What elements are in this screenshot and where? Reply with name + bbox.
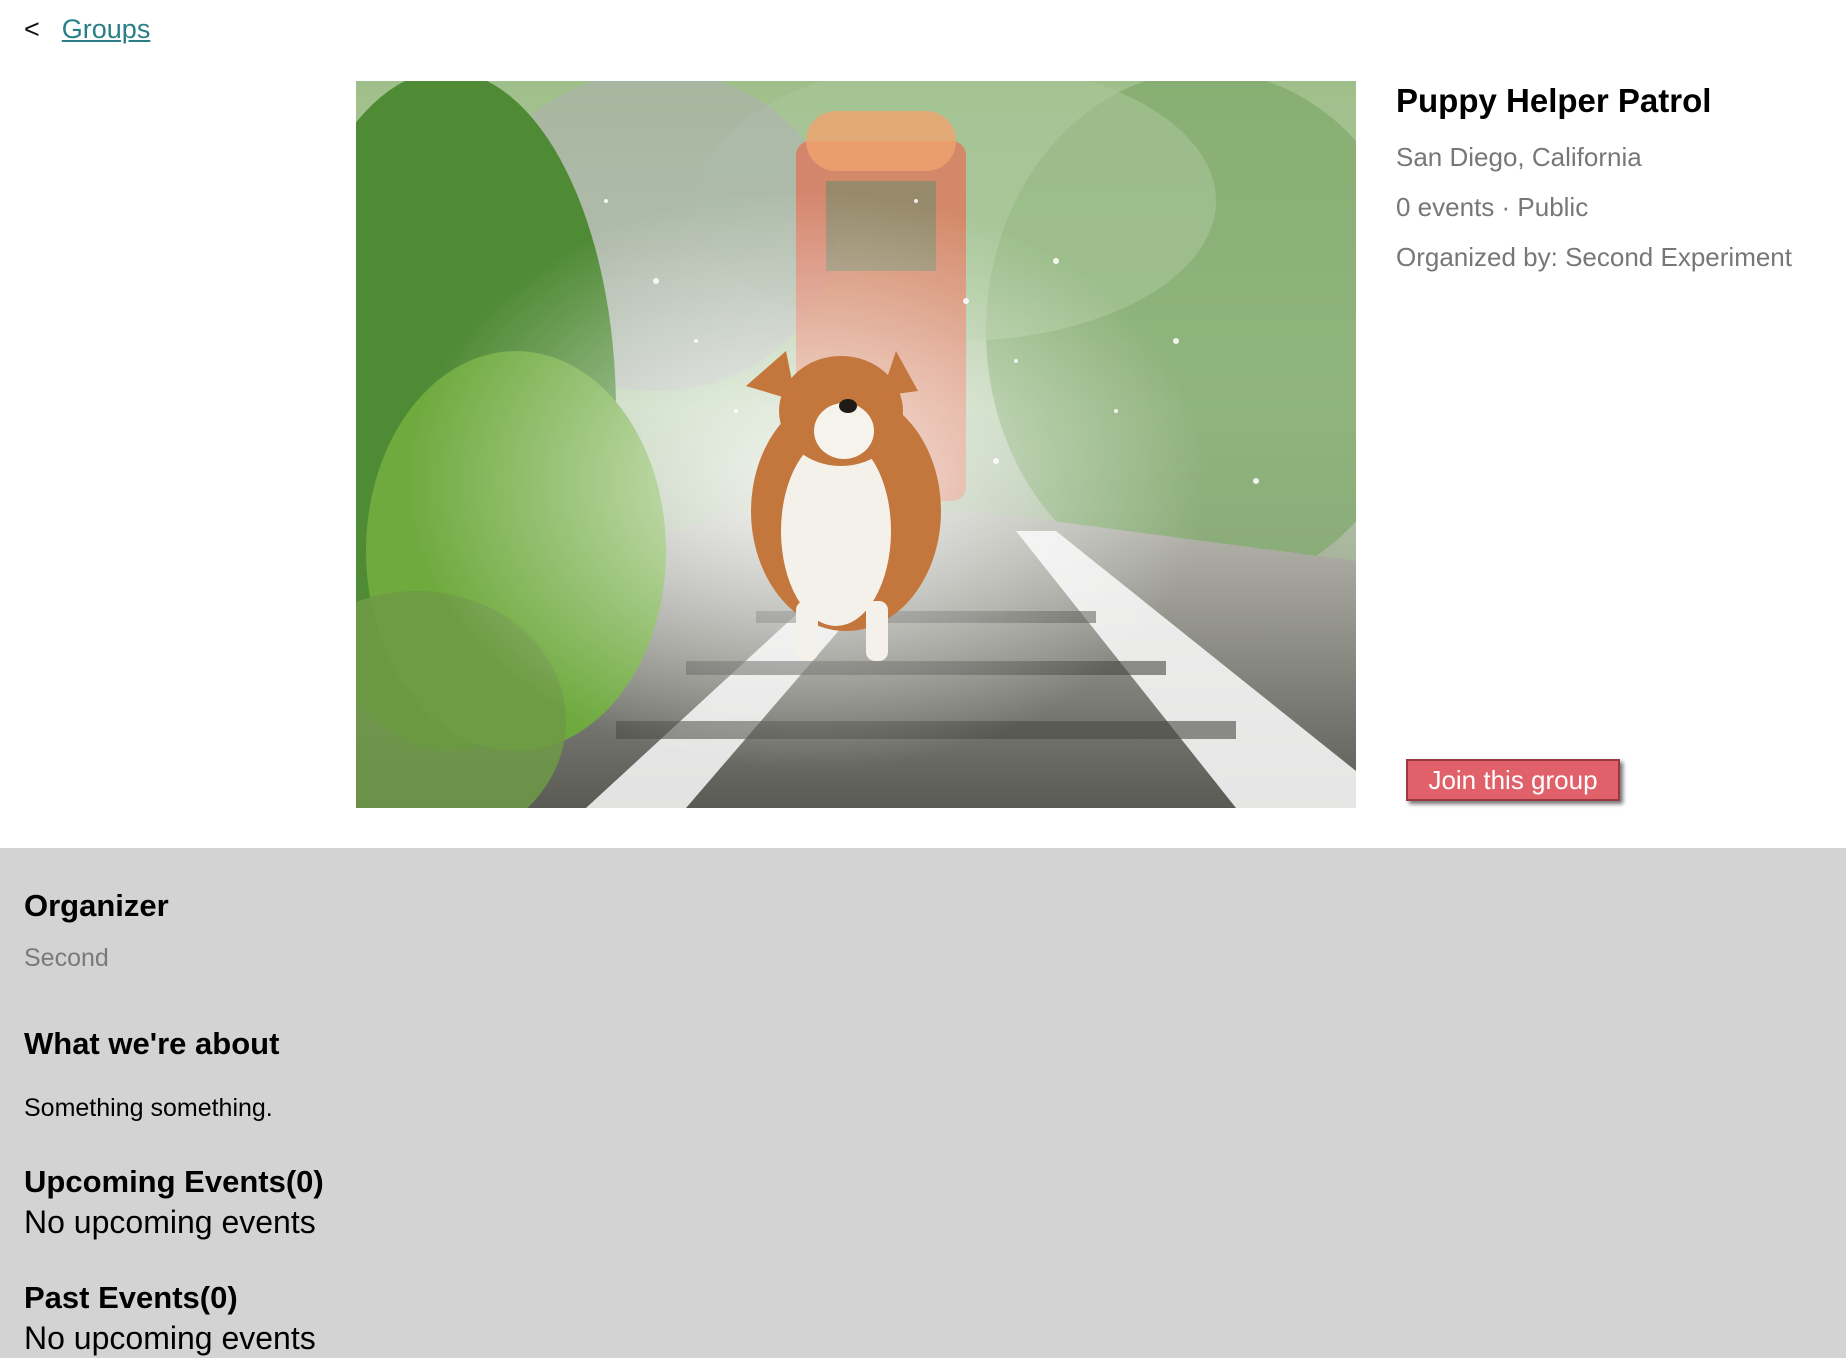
corgi-photo-image (356, 81, 1356, 808)
about-text: Something something. (24, 1094, 273, 1122)
about-heading: What we're about (24, 1026, 280, 1061)
upcoming-events-empty: No upcoming events (24, 1204, 316, 1240)
past-events-heading: Past Events(0) (24, 1280, 238, 1315)
breadcrumb: < Groups (24, 14, 150, 45)
past-events-empty: No upcoming events (24, 1320, 316, 1356)
organizer-heading: Organizer (24, 888, 169, 923)
group-events-visibility: 0 events · Public (1396, 192, 1589, 222)
group-location: San Diego, California (1396, 142, 1642, 172)
upcoming-events-heading: Upcoming Events(0) (24, 1164, 324, 1199)
group-title: Puppy Helper Patrol (1396, 82, 1712, 119)
back-caret-icon[interactable]: < (24, 14, 40, 45)
group-hero: < Groups Puppy Helper Patrol San Diego, … (0, 0, 1846, 848)
group-image (356, 81, 1356, 808)
organizer-name: Second (24, 944, 109, 972)
group-page: < Groups Puppy Helper Patrol San Diego, … (0, 0, 1846, 1358)
groups-link[interactable]: Groups (62, 14, 151, 45)
group-info: Puppy Helper Patrol San Diego, Californi… (1396, 82, 1836, 292)
group-details: Organizer Second What we're about Someth… (0, 848, 1846, 1358)
group-organized-by: Organized by: Second Experiment (1396, 242, 1792, 272)
join-group-button[interactable]: Join this group (1406, 759, 1620, 801)
